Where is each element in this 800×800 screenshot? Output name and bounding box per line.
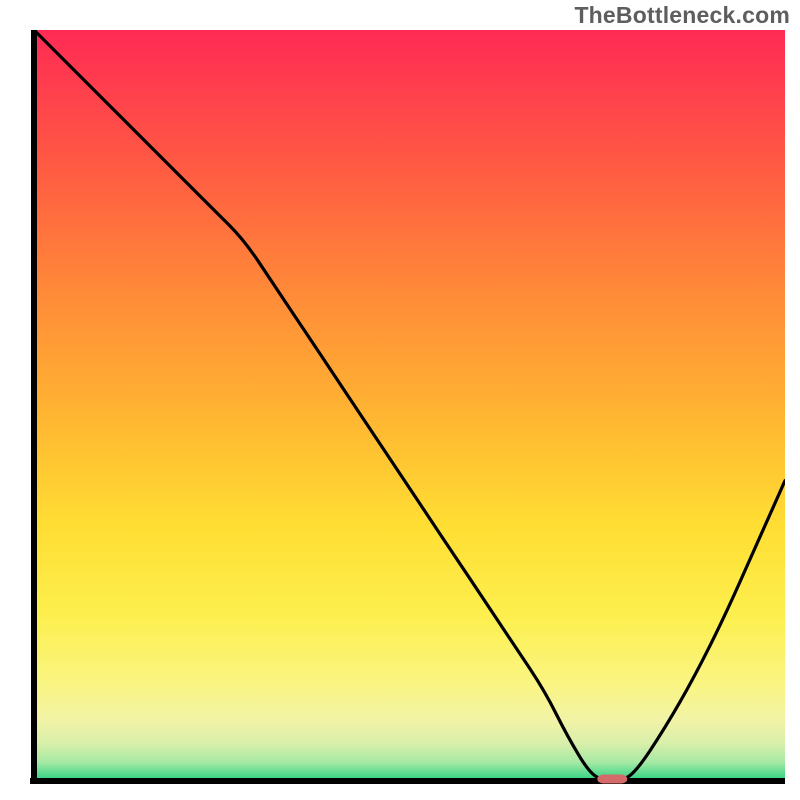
bottleneck-chart — [30, 30, 785, 785]
watermark-label: TheBottleneck.com — [574, 2, 790, 29]
optimal-point-marker — [597, 775, 627, 784]
